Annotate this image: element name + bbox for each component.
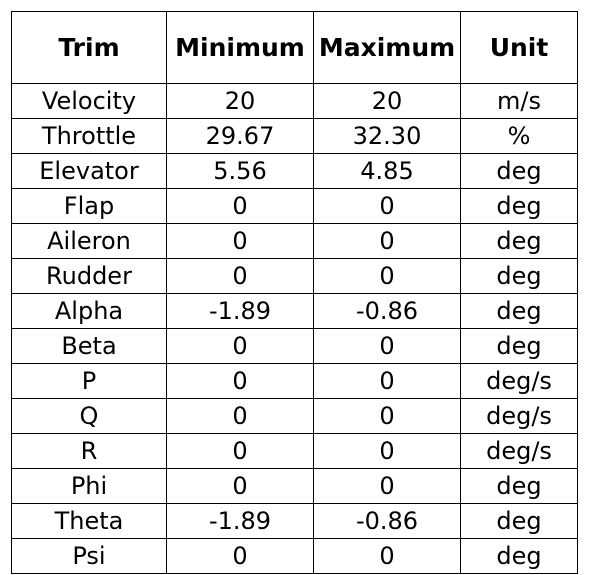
- table-row: Flap 0 0 deg: [11, 188, 578, 224]
- cell-maximum: 0: [313, 468, 461, 504]
- cell-trim: Psi: [11, 538, 167, 574]
- table-row: Alpha -1.89 -0.86 deg: [11, 293, 578, 329]
- cell-minimum: 20: [166, 83, 314, 119]
- cell-minimum: 0: [166, 468, 314, 504]
- cell-minimum: 29.67: [166, 118, 314, 154]
- cell-maximum: -0.86: [313, 293, 461, 329]
- cell-unit: deg/s: [460, 363, 578, 399]
- table-row: Rudder 0 0 deg: [11, 258, 578, 294]
- table-row: R 0 0 deg/s: [11, 433, 578, 469]
- cell-maximum: 20: [313, 83, 461, 119]
- cell-unit: m/s: [460, 83, 578, 119]
- cell-minimum: 0: [166, 258, 314, 294]
- cell-minimum: 0: [166, 398, 314, 434]
- cell-maximum: 0: [313, 538, 461, 574]
- cell-trim: Rudder: [11, 258, 167, 294]
- cell-trim: Elevator: [11, 153, 167, 189]
- table-row: P 0 0 deg/s: [11, 363, 578, 399]
- cell-trim: Beta: [11, 328, 167, 364]
- table-header-row: Trim Minimum Maximum Unit: [11, 11, 578, 84]
- cell-maximum: 0: [313, 328, 461, 364]
- column-header-maximum: Maximum: [313, 11, 461, 84]
- cell-trim: Flap: [11, 188, 167, 224]
- table-row: Beta 0 0 deg: [11, 328, 578, 364]
- cell-maximum: 4.85: [313, 153, 461, 189]
- cell-unit: deg: [460, 258, 578, 294]
- cell-minimum: 0: [166, 538, 314, 574]
- table-row: Velocity 20 20 m/s: [11, 83, 578, 119]
- column-header-trim: Trim: [11, 11, 167, 84]
- cell-minimum: -1.89: [166, 503, 314, 539]
- column-header-minimum: Minimum: [166, 11, 314, 84]
- table-row: Elevator 5.56 4.85 deg: [11, 153, 578, 189]
- cell-trim: P: [11, 363, 167, 399]
- cell-maximum: 32.30: [313, 118, 461, 154]
- cell-unit: deg/s: [460, 433, 578, 469]
- cell-unit: deg: [460, 503, 578, 539]
- cell-unit: deg: [460, 538, 578, 574]
- cell-minimum: 0: [166, 363, 314, 399]
- cell-maximum: -0.86: [313, 503, 461, 539]
- trim-conditions-table: Trim Minimum Maximum Unit Velocity 20 20 m/…: [11, 11, 578, 574]
- cell-minimum: 0: [166, 433, 314, 469]
- cell-trim: Q: [11, 398, 167, 434]
- cell-trim: Throttle: [11, 118, 167, 154]
- table-row: Theta -1.89 -0.86 deg: [11, 503, 578, 539]
- cell-trim: Aileron: [11, 223, 167, 259]
- cell-unit: deg: [460, 153, 578, 189]
- table-row: Throttle 29.67 32.30%: [11, 118, 578, 154]
- table-row: Psi 0 0 deg: [11, 538, 578, 574]
- cell-trim: Alpha: [11, 293, 167, 329]
- trim-table-container: Trim Minimum Maximum Unit Velocity 20 20 m/…: [11, 11, 578, 574]
- cell-trim: Phi: [11, 468, 167, 504]
- cell-trim: Velocity: [11, 83, 167, 119]
- cell-trim: Theta: [11, 503, 167, 539]
- cell-unit: deg: [460, 328, 578, 364]
- cell-unit: %: [460, 118, 578, 154]
- cell-minimum: -1.89: [166, 293, 314, 329]
- table-row: Q 0 0 deg/s: [11, 398, 578, 434]
- table-row: Aileron 0 0 deg: [11, 223, 578, 259]
- column-header-unit: Unit: [460, 11, 578, 84]
- cell-maximum: 0: [313, 188, 461, 224]
- cell-minimum: 0: [166, 328, 314, 364]
- cell-minimum: 0: [166, 188, 314, 224]
- cell-maximum: 0: [313, 363, 461, 399]
- cell-maximum: 0: [313, 433, 461, 469]
- cell-minimum: 0: [166, 223, 314, 259]
- cell-maximum: 0: [313, 258, 461, 294]
- cell-trim: R: [11, 433, 167, 469]
- cell-unit: deg/s: [460, 398, 578, 434]
- cell-minimum: 5.56: [166, 153, 314, 189]
- cell-unit: deg: [460, 223, 578, 259]
- table-body: Velocity 20 20 m/s Throttle 29.67 32.30% Elevat…: [11, 83, 578, 574]
- cell-unit: deg: [460, 293, 578, 329]
- table-row: Phi 0 0 deg: [11, 468, 578, 504]
- table-header: Trim Minimum Maximum Unit: [11, 11, 578, 84]
- cell-unit: deg: [460, 188, 578, 224]
- cell-maximum: 0: [313, 223, 461, 259]
- cell-maximum: 0: [313, 398, 461, 434]
- cell-unit: deg: [460, 468, 578, 504]
